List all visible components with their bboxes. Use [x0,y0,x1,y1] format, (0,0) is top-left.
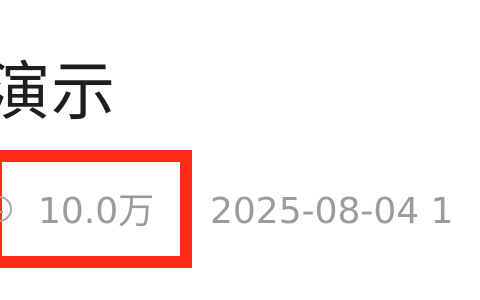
video-meta-panel: 演示 10.0万 2025-08-04 1 [0,0,480,300]
publish-date: 2025-08-04 1 [210,191,454,232]
video-meta-row: 10.0万 2025-08-04 1 [0,150,480,268]
view-count: 10.0万 [38,191,155,232]
video-title: 演示 [0,56,116,130]
